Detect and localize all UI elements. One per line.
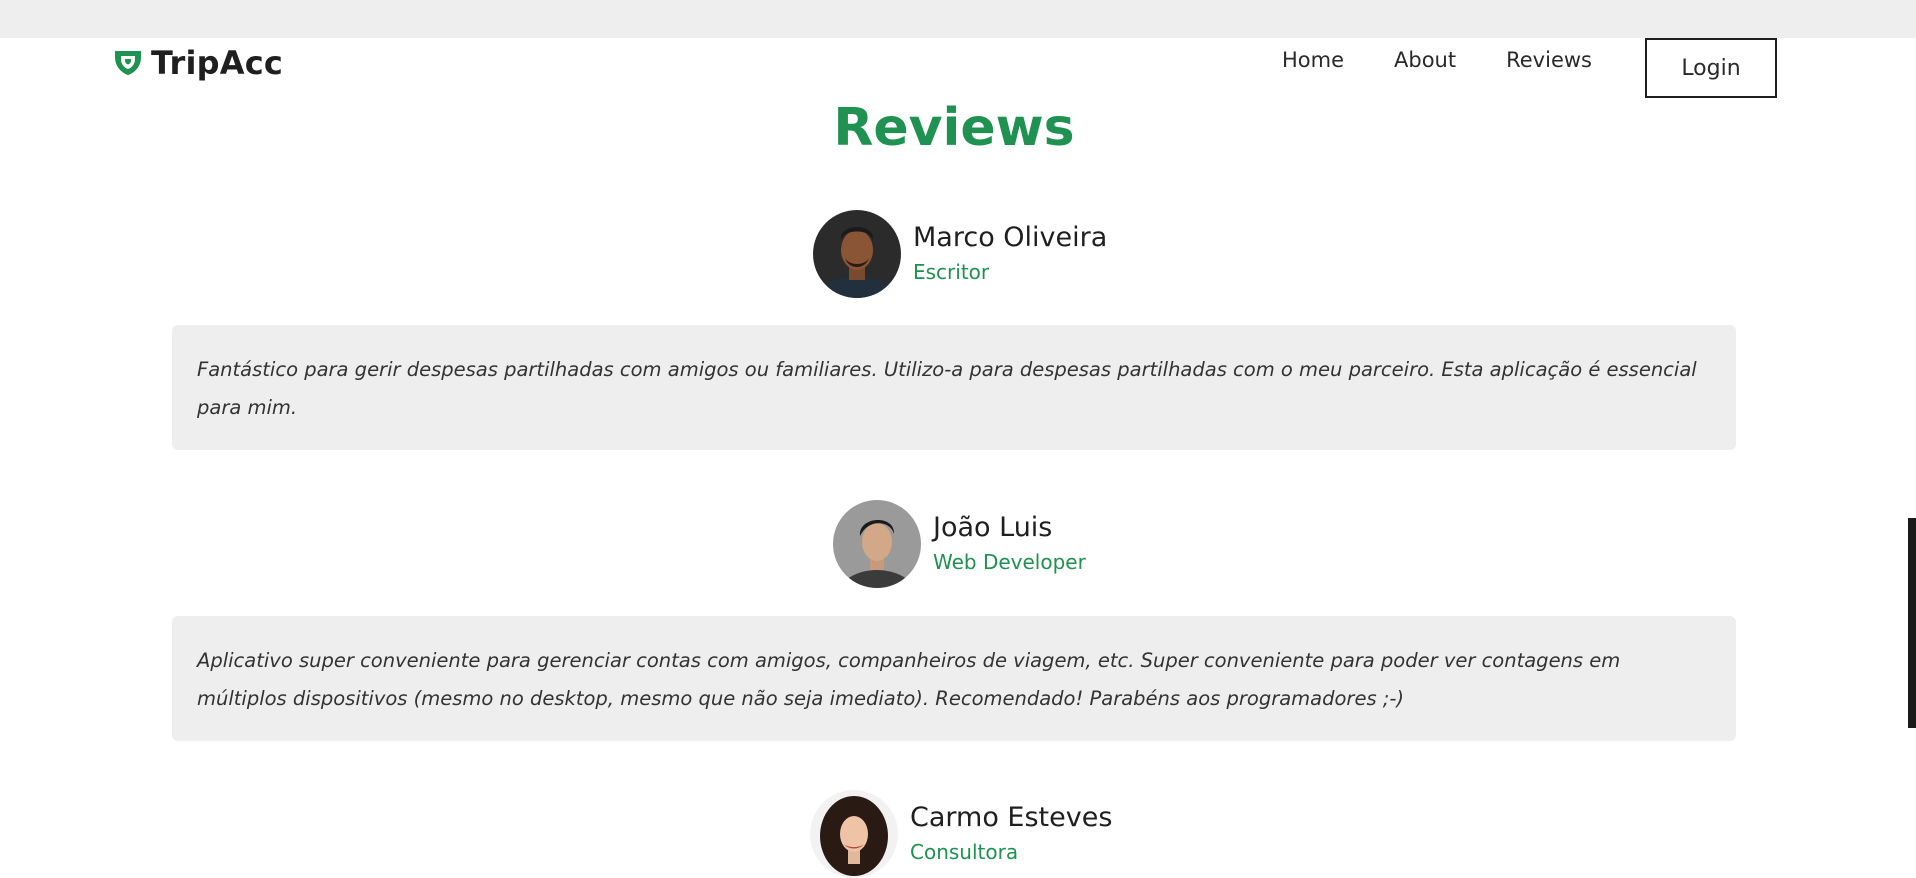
review-text: Fantástico para gerir despesas partilhad… (197, 358, 1697, 419)
site-header: TripAcc Home About Reviews Login (0, 38, 1916, 102)
reviewer-3: Carmo Esteves Consultora (810, 790, 1112, 878)
review-card: Fantástico para gerir despesas partilhad… (172, 325, 1736, 450)
page-title: Reviews (833, 98, 1075, 158)
nav-reviews[interactable]: Reviews (1506, 48, 1592, 72)
reviewer-name: Carmo Esteves (910, 802, 1113, 833)
main-nav: Home About Reviews (1282, 48, 1592, 72)
avatar (833, 500, 921, 588)
avatar (810, 790, 898, 878)
brand-name: TripAcc (151, 44, 284, 82)
reviewer-2: João Luis Web Developer (833, 500, 1086, 588)
login-button[interactable]: Login (1645, 38, 1777, 98)
nav-about[interactable]: About (1394, 48, 1456, 72)
avatar (813, 210, 901, 298)
scrollbar[interactable] (1908, 518, 1916, 728)
review-card: Aplicativo super conveniente para gerenc… (172, 616, 1736, 741)
reviewer-role: Web Developer (933, 550, 1086, 574)
reviewer-role: Consultora (910, 840, 1019, 864)
nav-home[interactable]: Home (1282, 48, 1344, 72)
review-text: Aplicativo super conveniente para gerenc… (197, 649, 1621, 710)
reviewer-name: João Luis (933, 512, 1053, 543)
top-strip (0, 0, 1916, 38)
shield-logo-icon (113, 49, 143, 77)
brand-logo[interactable]: TripAcc (113, 44, 283, 82)
reviewer-role: Escritor (913, 260, 990, 284)
reviewer-name: Marco Oliveira (913, 222, 1108, 253)
reviewer-1: Marco Oliveira Escritor (813, 210, 1107, 298)
